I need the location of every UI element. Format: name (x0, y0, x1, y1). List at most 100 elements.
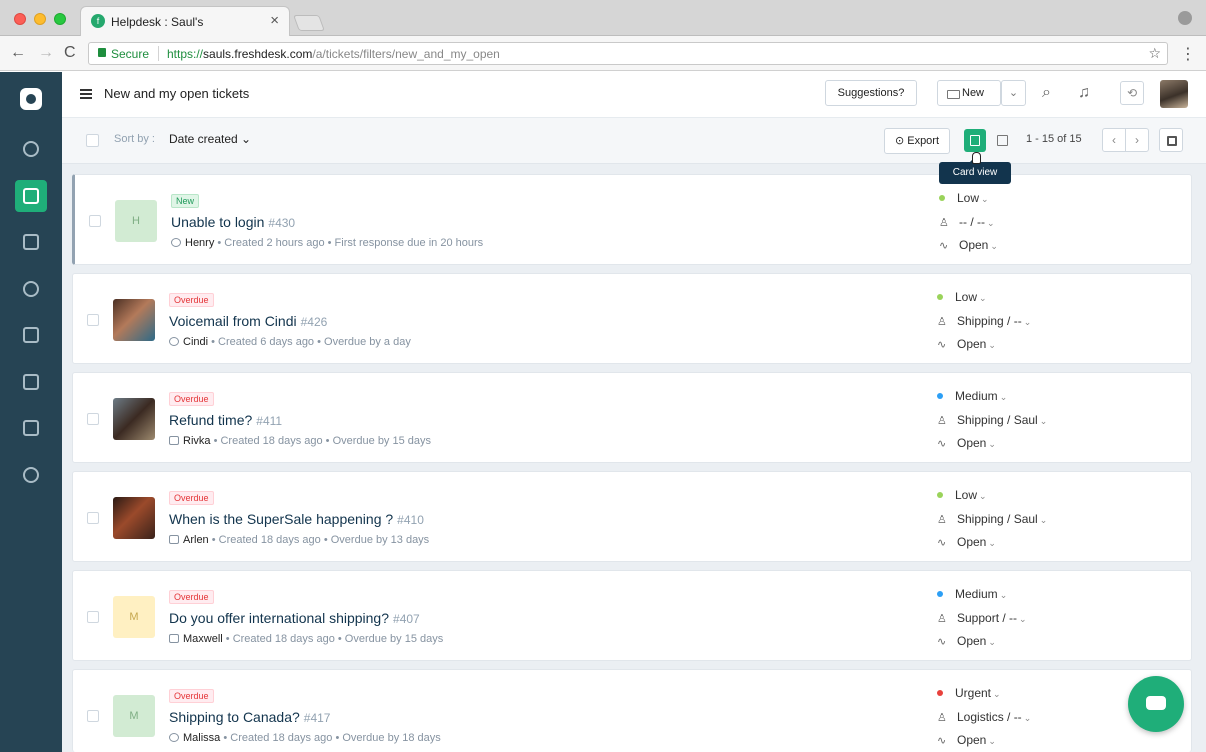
table-view-icon[interactable] (992, 129, 1014, 152)
priority-dropdown[interactable]: Low ⌄ (939, 191, 989, 205)
window-close-icon[interactable] (14, 13, 26, 25)
ticket-subject[interactable]: Unable to login #430 (171, 214, 295, 230)
requester-name[interactable]: Maxwell (183, 633, 223, 645)
requester-name[interactable]: Malissa (183, 732, 220, 744)
sidebar-item-forums[interactable] (15, 366, 47, 398)
user-avatar[interactable] (1160, 80, 1188, 108)
card-view-icon[interactable] (964, 129, 986, 152)
status-badge: Overdue (169, 392, 214, 406)
hamburger-menu-icon[interactable] (80, 89, 92, 99)
reload-icon[interactable]: C (64, 44, 76, 62)
ticket-subject-text[interactable]: Refund time? (169, 412, 252, 428)
browser-profile-icon[interactable] (1178, 11, 1192, 25)
sync-icon[interactable]: ⟲ (1120, 81, 1144, 105)
ticket-card[interactable]: Overdue Refund time? #411 Rivka • Created… (72, 372, 1192, 463)
ticket-subject[interactable]: Shipping to Canada? #417 (169, 709, 330, 725)
select-all-checkbox[interactable] (86, 134, 99, 147)
ticket-card[interactable]: M Overdue Shipping to Canada? #417 Maliss… (72, 669, 1192, 752)
sidebar-item-solutions[interactable] (15, 319, 47, 351)
group-agent-value: Logistics / -- (957, 710, 1022, 724)
sidebar-item-contacts[interactable] (15, 226, 47, 258)
ticket-card[interactable]: Overdue Voicemail from Cindi #426 Cindi •… (72, 273, 1192, 364)
agent-icon: ♙ (939, 217, 949, 229)
ticket-subject[interactable]: Do you offer international shipping? #407 (169, 610, 420, 626)
bookmark-star-icon[interactable]: ☆ (1148, 45, 1161, 62)
reports-icon (23, 420, 39, 436)
back-arrow-icon[interactable]: ← (10, 44, 26, 62)
status-icon: ∿ (939, 240, 949, 252)
status-dropdown[interactable]: ∿ Open ⌄ (939, 238, 998, 252)
ticket-checkbox[interactable] (87, 314, 99, 326)
browser-tab[interactable]: f Helpdesk : Saul's × (80, 6, 290, 36)
priority-dot (937, 294, 943, 300)
sidebar-item-tickets[interactable] (15, 180, 47, 212)
ticket-subject-text[interactable]: Shipping to Canada? (169, 709, 300, 725)
priority-dropdown[interactable]: Low ⌄ (937, 290, 987, 304)
group-agent-dropdown[interactable]: ♙ Support / -- ⌄ (937, 611, 1027, 625)
new-tab-button[interactable] (293, 15, 325, 31)
priority-dropdown[interactable]: Urgent ⌄ (937, 686, 1001, 700)
ticket-subject-text[interactable]: Unable to login (171, 214, 264, 230)
requester-name[interactable]: Cindi (183, 336, 208, 348)
ticket-subject[interactable]: Refund time? #411 (169, 412, 282, 428)
priority-dropdown[interactable]: Medium ⌄ (937, 389, 1007, 403)
ticket-checkbox[interactable] (87, 413, 99, 425)
next-page-button[interactable]: › (1125, 128, 1149, 152)
lock-icon (98, 48, 106, 57)
group-agent-dropdown[interactable]: ♙ Logistics / -- ⌄ (937, 710, 1031, 724)
priority-dropdown[interactable]: Low ⌄ (937, 488, 987, 502)
ticket-card[interactable]: M Overdue Do you offer international shi… (72, 570, 1192, 661)
ticket-card[interactable]: H New Unable to login #430 Henry • Create… (72, 174, 1192, 265)
tab-close-icon[interactable]: × (270, 12, 279, 29)
sidebar-item-dashboard[interactable] (15, 133, 47, 165)
forward-arrow-icon[interactable]: → (38, 44, 54, 62)
group-agent-dropdown[interactable]: ♙ -- / -- ⌄ (939, 215, 995, 229)
ticket-id: #430 (268, 216, 296, 230)
address-bar[interactable]: Secure https://sauls.freshdesk.com/a/tic… (88, 42, 1168, 65)
ticket-meta: Malissa • Created 18 days ago • Overdue … (169, 732, 441, 744)
ticket-subject[interactable]: Voicemail from Cindi #426 (169, 313, 327, 329)
window-zoom-icon[interactable] (54, 13, 66, 25)
chevron-down-icon: ⌄ (999, 590, 1008, 600)
ticket-subject-text[interactable]: When is the SuperSale happening ? (169, 511, 393, 527)
secure-label: Secure (111, 47, 150, 61)
status-value: Open (957, 436, 987, 450)
ticket-meta: Cindi • Created 6 days ago • Overdue by … (169, 336, 411, 348)
ticket-subject-text[interactable]: Do you offer international shipping? (169, 610, 389, 626)
group-agent-dropdown[interactable]: ♙ Shipping / Saul ⌄ (937, 512, 1047, 526)
sidebar-item-admin[interactable] (15, 459, 47, 491)
notifications-bell-icon[interactable]: ♫ (1078, 84, 1090, 102)
ticket-checkbox[interactable] (87, 512, 99, 524)
requester-name[interactable]: Arlen (183, 534, 209, 546)
previous-page-button[interactable]: ‹ (1102, 128, 1126, 152)
sidebar-item-social[interactable] (15, 273, 47, 305)
new-ticket-button[interactable]: New (937, 80, 1001, 106)
status-dropdown[interactable]: ∿ Open ⌄ (937, 535, 996, 549)
ticket-checkbox[interactable] (87, 710, 99, 722)
ticket-checkbox[interactable] (89, 215, 101, 227)
sort-dropdown[interactable]: Date created ⌄ (169, 132, 251, 146)
requester-name[interactable]: Rivka (183, 435, 211, 447)
group-agent-dropdown[interactable]: ♙ Shipping / Saul ⌄ (937, 413, 1047, 427)
status-dropdown[interactable]: ∿ Open ⌄ (937, 436, 996, 450)
requester-name[interactable]: Henry (185, 237, 214, 249)
priority-dropdown[interactable]: Medium ⌄ (937, 587, 1007, 601)
new-dropdown-chevron-icon[interactable]: ⌄ (1001, 80, 1026, 106)
window-minimize-icon[interactable] (34, 13, 46, 25)
export-button[interactable]: ⊙ Export (884, 128, 950, 154)
ticket-subject-text[interactable]: Voicemail from Cindi (169, 313, 297, 329)
ticket-checkbox[interactable] (87, 611, 99, 623)
status-dropdown[interactable]: ∿ Open ⌄ (937, 337, 996, 351)
ticket-subject[interactable]: When is the SuperSale happening ? #410 (169, 511, 424, 527)
chat-bubble-icon[interactable] (1128, 676, 1184, 732)
freshdesk-logo-icon[interactable] (20, 88, 42, 110)
sidebar-item-reports[interactable] (15, 412, 47, 444)
ticket-card[interactable]: Overdue When is the SuperSale happening … (72, 471, 1192, 562)
status-dropdown[interactable]: ∿ Open ⌄ (937, 634, 996, 648)
status-dropdown[interactable]: ∿ Open ⌄ (937, 733, 996, 747)
browser-menu-icon[interactable]: ⋮ (1180, 44, 1196, 64)
group-agent-dropdown[interactable]: ♙ Shipping / -- ⌄ (937, 314, 1031, 328)
layout-settings-icon[interactable] (1159, 128, 1183, 152)
search-icon[interactable]: ⌕ (1042, 84, 1051, 102)
suggestions-button[interactable]: Suggestions? (825, 80, 917, 106)
